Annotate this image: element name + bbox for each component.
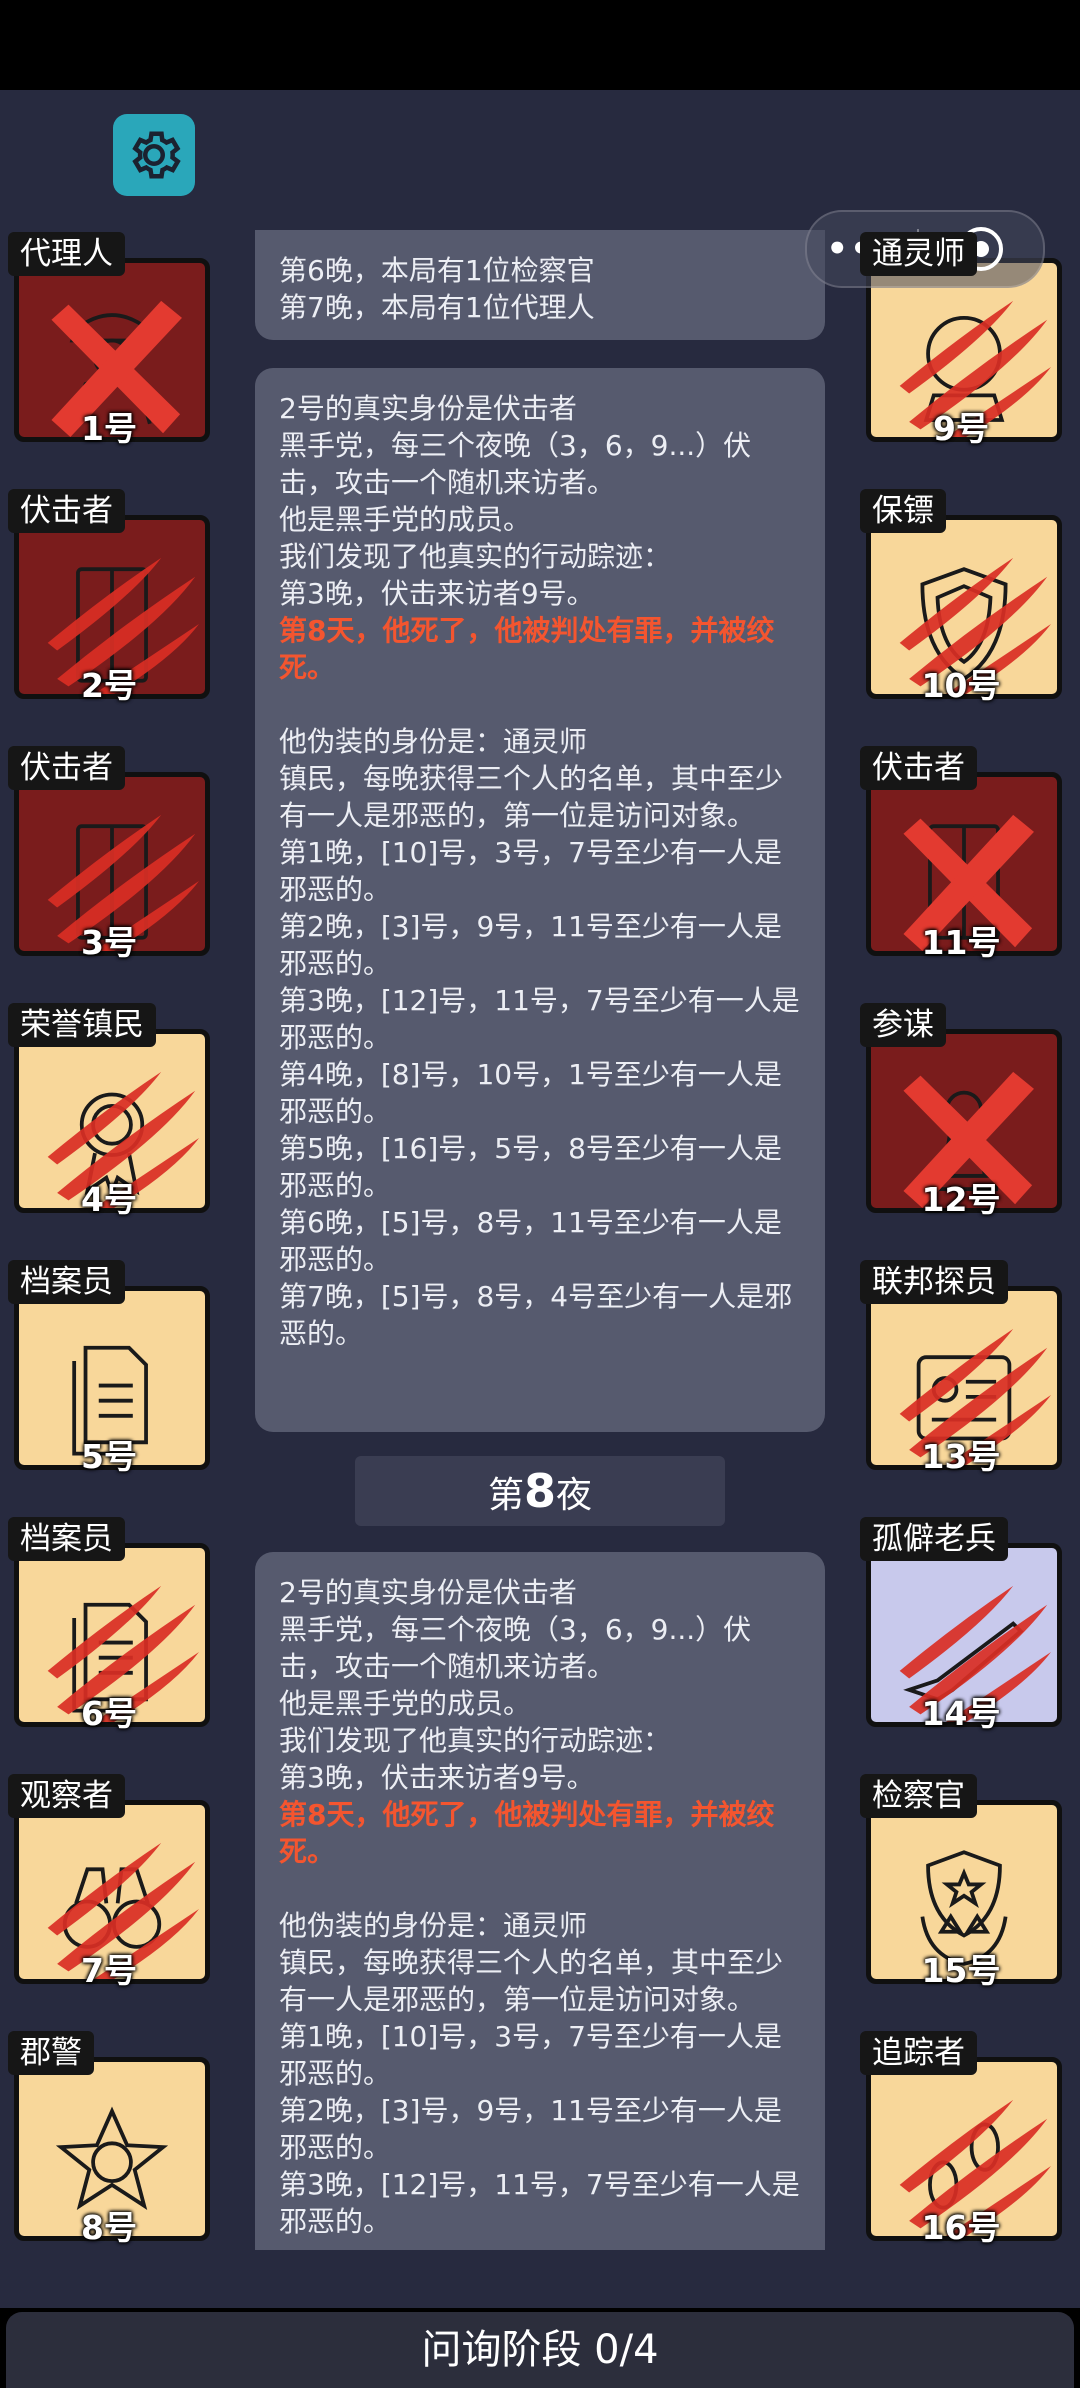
role-label: 伏击者	[8, 746, 125, 790]
message-line: 我们发现了他真实的行动踪迹：	[279, 1724, 672, 1757]
player-card[interactable]: 检察官 15号	[858, 1774, 1064, 1990]
message-line: 镇民，每晚获得三个人的名单，其中至少有一人是邪恶的，第一位是访问对象。	[279, 762, 784, 832]
player-number: 15号	[921, 1951, 1001, 1990]
message-line: 他伪装的身份是：通灵师	[279, 1909, 588, 1942]
message-line: 他是黑手党的成员。	[279, 1687, 532, 1720]
night-result-line: 第1晚，[10]号，3号，7号至少有一人是邪恶的。	[279, 2020, 782, 2090]
role-label: 伏击者	[8, 489, 125, 533]
player-number: 6号	[81, 1694, 137, 1733]
player-card[interactable]: 伏击者 3号	[6, 746, 212, 962]
player-card[interactable]: 追踪者 16号	[858, 2031, 1064, 2247]
message-log[interactable]: 第6晚，本局有1位检察官 第7晚，本局有1位代理人 2号的真实身份是伏击者黑手党…	[236, 230, 846, 2250]
night-result-line: 第4晚，[8]号，10号，1号至少有一人是邪恶的。	[279, 1058, 782, 1128]
message-line: 黑手党，每三个夜晚（3，6，9...）伏击，攻击一个随机来访者。	[279, 429, 752, 499]
role-label: 联邦探员	[860, 1260, 1008, 1304]
message-line: 镇民，每晚获得三个人的名单，其中至少有一人是邪恶的，第一位是访问对象。	[279, 1946, 784, 2016]
night-prefix: 第	[487, 1475, 524, 1516]
sheriff-badge-icon	[55, 2106, 169, 2210]
night-header: 第8夜	[355, 1456, 725, 1526]
message-line: 第7晚，本局有1位代理人	[279, 291, 595, 324]
message-line: 第6晚，本局有1位检察官	[279, 254, 595, 287]
player-number: 3号	[81, 923, 137, 962]
death-notice: 第8天，他死了，他被判处有罪，并被绞死。	[279, 614, 775, 684]
player-card[interactable]: 联邦探员 13号	[858, 1260, 1064, 1476]
message-line: 我们发现了他真实的行动踪迹：	[279, 540, 672, 573]
settings-button[interactable]	[113, 114, 195, 196]
message-line: 他伪装的身份是：通灵师	[279, 725, 588, 758]
role-label: 郡警	[8, 2031, 94, 2075]
player-card[interactable]: 郡警 8号	[6, 2031, 212, 2247]
player-card[interactable]: 孤僻老兵 14号	[858, 1517, 1064, 1733]
player-number: 5号	[81, 1437, 137, 1476]
night-result-line: 第2晚，[3]号，9号，11号至少有一人是邪恶的。	[279, 2094, 782, 2164]
message-line: 2号的真实身份是伏击者	[279, 392, 577, 425]
player-card[interactable]: 参谋 12号	[858, 1003, 1064, 1219]
player-number: 10号	[921, 666, 1001, 705]
player-number: 12号	[921, 1180, 1001, 1219]
night-result-line: 第1晚，[10]号，3号，7号至少有一人是邪恶的。	[279, 836, 782, 906]
player-card[interactable]: 代理人 1号	[6, 232, 212, 448]
death-notice: 第8天，他死了，他被判处有罪，并被绞死。	[279, 1798, 775, 1868]
role-label: 代理人	[8, 232, 125, 276]
player-number: 2号	[81, 666, 137, 705]
message-line: 2号的真实身份是伏击者	[279, 1576, 577, 1609]
player-number: 9号	[933, 409, 989, 448]
player-number: 8号	[81, 2208, 137, 2247]
role-label: 保镖	[860, 489, 946, 533]
player-number: 13号	[921, 1437, 1001, 1476]
player-number: 7号	[81, 1951, 137, 1990]
message-line: 第3晚，伏击来访者9号。	[279, 577, 595, 610]
player-card[interactable]: 伏击者 11号	[858, 746, 1064, 962]
role-label: 追踪者	[860, 2031, 977, 2075]
night-result-line: 第2晚，[3]号，9号，11号至少有一人是邪恶的。	[279, 910, 782, 980]
role-label: 检察官	[860, 1774, 977, 1818]
gear-icon	[132, 131, 181, 179]
player-number: 14号	[921, 1694, 1001, 1733]
role-label: 荣誉镇民	[8, 1003, 156, 1047]
player-number: 16号	[921, 2208, 1001, 2247]
night-suffix: 夜	[556, 1475, 593, 1516]
night-result-line: 第3晚，[12]号，11号，7号至少有一人是邪恶的。	[279, 2168, 800, 2238]
message-line: 第3晚，伏击来访者9号。	[279, 1761, 595, 1794]
message-panel: 2号的真实身份是伏击者黑手党，每三个夜晚（3，6，9...）伏击，攻击一个随机来…	[255, 368, 825, 1432]
message-line: 他是黑手党的成员。	[279, 503, 532, 536]
player-card[interactable]: 伏击者 2号	[6, 489, 212, 705]
player-number: 4号	[81, 1180, 137, 1219]
message-panel: 2号的真实身份是伏击者黑手党，每三个夜晚（3，6，9...）伏击，攻击一个随机来…	[255, 1552, 825, 2250]
night-number: 8	[523, 1464, 556, 1518]
message-line: 黑手党，每三个夜晚（3，6，9...）伏击，攻击一个随机来访者。	[279, 1613, 752, 1683]
night-result-line: 第5晚，[16]号，5号，8号至少有一人是邪恶的。	[279, 1132, 782, 1202]
player-number: 11号	[921, 923, 1001, 962]
status-bar	[0, 0, 1080, 90]
player-number: 1号	[81, 409, 137, 448]
night-result-line: 第6晚，[5]号，8号，11号至少有一人是邪恶的。	[279, 1206, 782, 1276]
role-label: 伏击者	[860, 746, 977, 790]
night-result-line: 第7晚，[5]号，8号，4号至少有一人是邪恶的。	[279, 1280, 793, 1350]
role-label: 孤僻老兵	[860, 1517, 1008, 1561]
player-card[interactable]: 档案员 6号	[6, 1517, 212, 1733]
role-label: 档案员	[8, 1517, 125, 1561]
role-label: 参谋	[860, 1003, 946, 1047]
night-result-line: 第3晚，[12]号，11号，7号至少有一人是邪恶的。	[279, 984, 800, 1054]
player-card[interactable]: 荣誉镇民 4号	[6, 1003, 212, 1219]
role-label: 档案员	[8, 1260, 125, 1304]
top-message-panel: 第6晚，本局有1位检察官 第7晚，本局有1位代理人	[255, 230, 825, 340]
phase-indicator: 问询阶段 0/4	[6, 2312, 1074, 2388]
role-label: 通灵师	[860, 232, 977, 276]
player-card[interactable]: 观察者 7号	[6, 1774, 212, 1990]
player-card[interactable]: 档案员 5号	[6, 1260, 212, 1476]
role-label: 观察者	[8, 1774, 125, 1818]
player-card[interactable]: 保镖 10号	[858, 489, 1064, 705]
